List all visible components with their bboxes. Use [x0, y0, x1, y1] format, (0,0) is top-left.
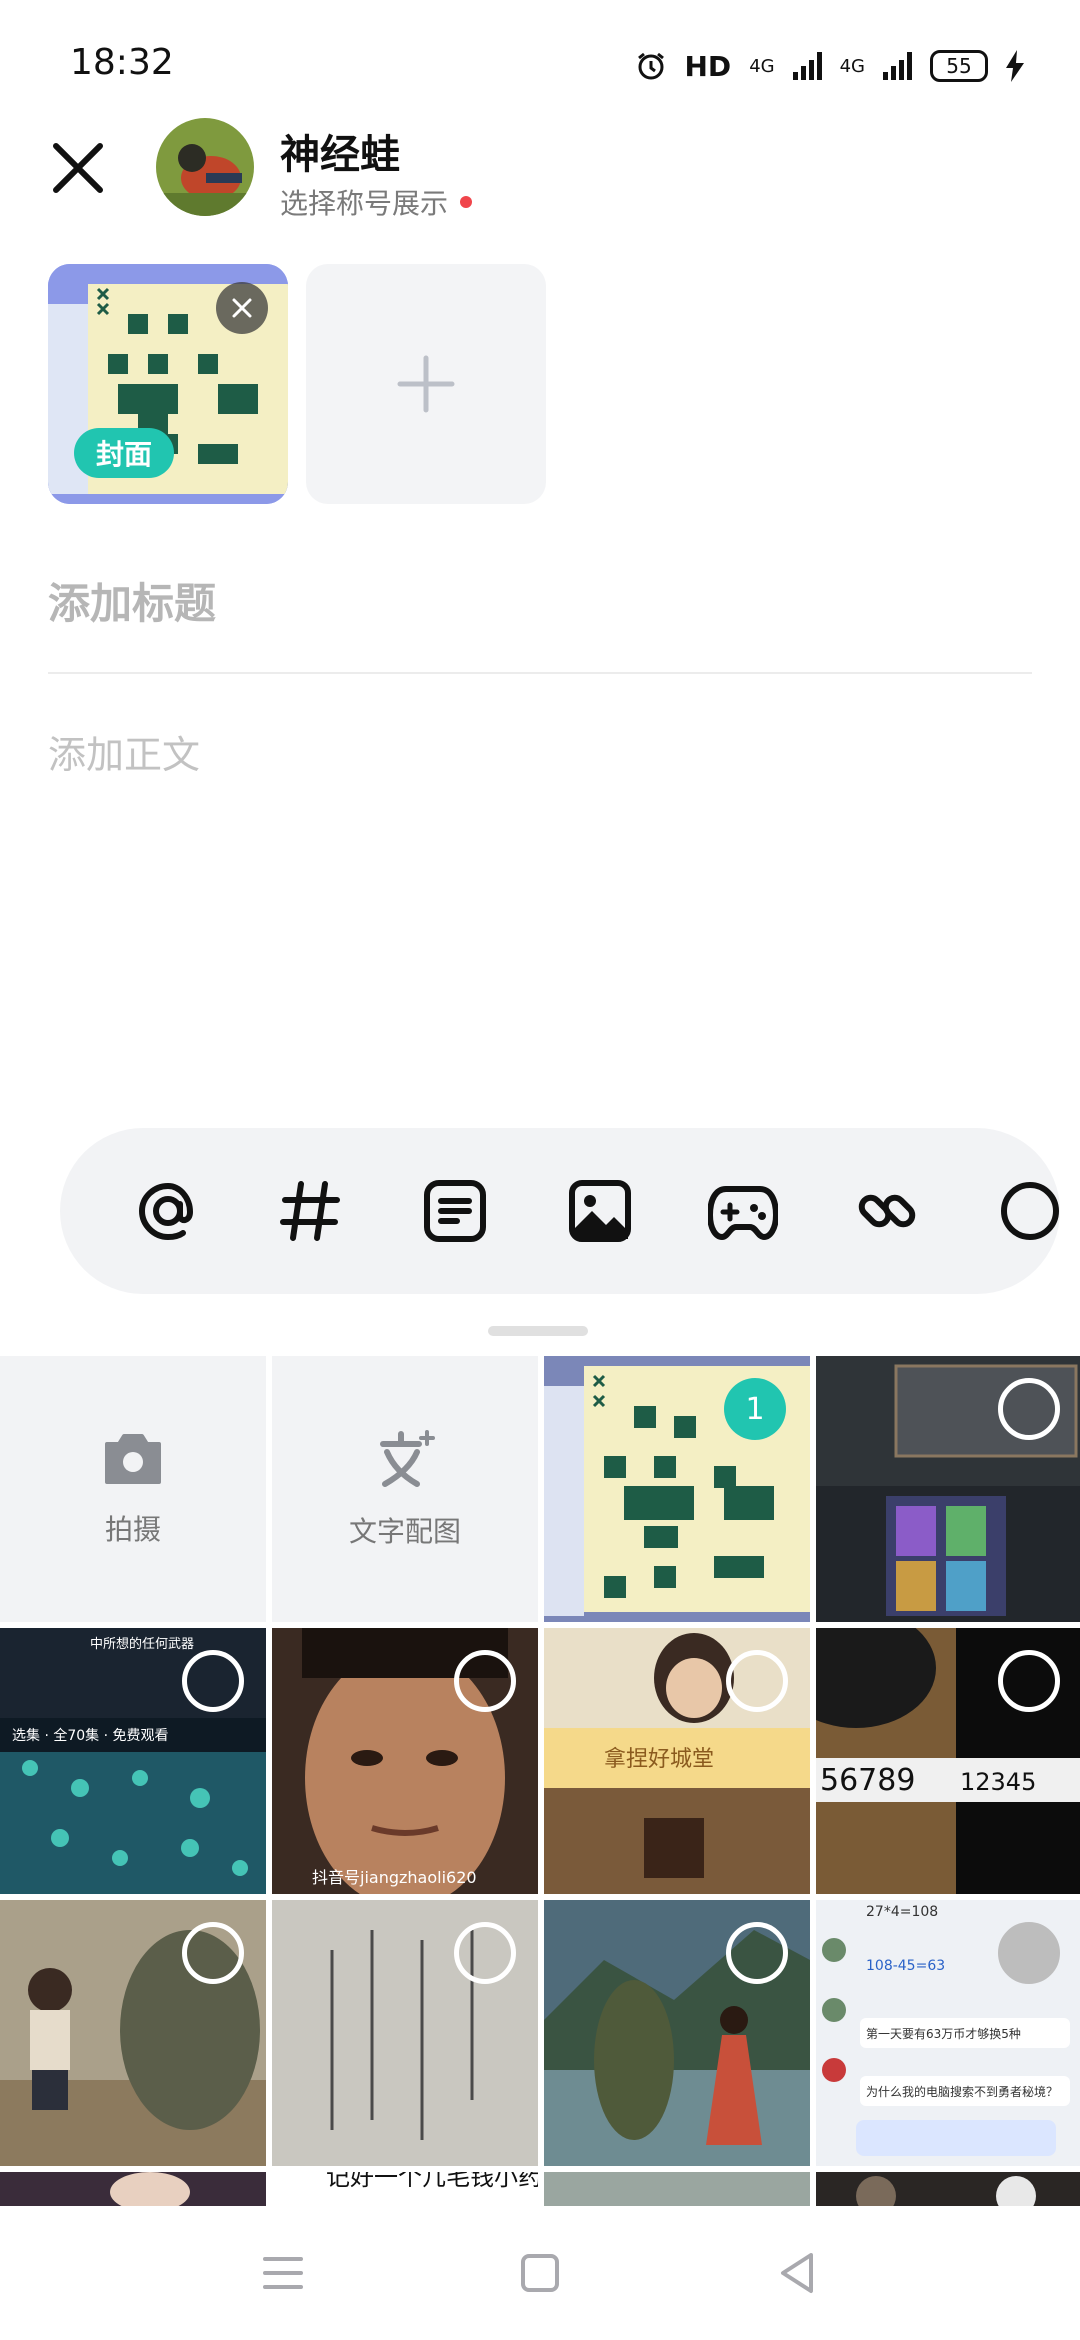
- hashtag-button[interactable]: [270, 1171, 350, 1251]
- plus-icon: [397, 355, 455, 413]
- photo-thumb[interactable]: 拿捏好城堂: [544, 1628, 810, 1894]
- selection-number[interactable]: 1: [724, 1378, 786, 1440]
- drag-handle[interactable]: [488, 1326, 588, 1336]
- video-subtitle-text: 选集 · 全70集 · 免费观看: [12, 1727, 169, 1744]
- text-icon: [424, 1180, 486, 1242]
- close-button[interactable]: [40, 130, 116, 206]
- back-triangle-icon: [781, 2253, 813, 2293]
- system-navbar: [0, 2206, 1080, 2340]
- camera-label: 拍摄: [104, 1513, 161, 1546]
- game-button[interactable]: [703, 1171, 783, 1251]
- back-nav-button[interactable]: [762, 2238, 832, 2308]
- text-image-label: 文字配图: [348, 1515, 461, 1548]
- select-circle[interactable]: [998, 1922, 1060, 1984]
- photo-thumb[interactable]: [544, 2172, 810, 2206]
- select-circle[interactable]: [726, 1922, 788, 1984]
- ruler-text-1: 56789: [820, 1763, 915, 1798]
- alarm-icon: [637, 52, 664, 80]
- select-circle[interactable]: [998, 1378, 1060, 1440]
- remove-image-button[interactable]: [216, 282, 268, 334]
- photo-thumb[interactable]: [272, 1900, 538, 2166]
- title-selector-label: 选择称号展示: [280, 187, 449, 220]
- caption-text: 记好一个几毛钱小药片: [326, 2172, 538, 2191]
- photo-thumb[interactable]: [0, 2172, 266, 2206]
- status-time: 18:32: [70, 42, 174, 83]
- close-icon: [232, 298, 252, 318]
- home-nav-button[interactable]: [505, 2238, 575, 2308]
- more-tool-button[interactable]: [990, 1171, 1060, 1251]
- select-circle[interactable]: [454, 1922, 516, 1984]
- net1-label: 4G: [749, 55, 775, 77]
- close-icon: [53, 143, 103, 193]
- menu-nav-button[interactable]: [248, 2238, 318, 2308]
- text-image-button[interactable]: 文字配图: [272, 1356, 538, 1622]
- cover-badge: 封面: [74, 428, 175, 478]
- title-input[interactable]: 添加标题: [48, 570, 216, 631]
- hd-label: HD: [684, 49, 732, 83]
- photo-thumb[interactable]: 记好一个几毛钱小药片: [272, 2172, 538, 2206]
- chat-text-1: 27*4=108: [866, 1904, 938, 1920]
- photo-thumb[interactable]: 选集 · 全70集 · 免费观看 中所想的任何武器: [0, 1628, 266, 1894]
- add-media-button[interactable]: [306, 264, 546, 504]
- photo-thumb-selected[interactable]: 1: [544, 1356, 810, 1622]
- title-selector[interactable]: 选择称号展示: [280, 182, 473, 222]
- image-icon: [569, 1180, 631, 1242]
- photo-thumb[interactable]: [816, 2172, 1080, 2206]
- photo-thumb[interactable]: [816, 1356, 1080, 1622]
- select-circle[interactable]: [454, 1650, 516, 1712]
- camera-button[interactable]: 拍摄: [0, 1356, 266, 1622]
- gamepad-icon: [708, 1186, 778, 1240]
- photo-thumb[interactable]: 56789 12345: [816, 1628, 1080, 1894]
- divider: [48, 672, 1032, 674]
- text-image-icon: [380, 1430, 435, 1487]
- menu-icon: [263, 2257, 303, 2289]
- more-icon: [1001, 1182, 1059, 1240]
- body-input[interactable]: 添加正文: [48, 724, 200, 779]
- mention-button[interactable]: [128, 1171, 208, 1251]
- select-circle[interactable]: [726, 1650, 788, 1712]
- username: 神经蛙: [280, 132, 400, 178]
- douyin-id-text: 抖音号jiangzhaoli620: [312, 1868, 477, 1887]
- video-top-text: 中所想的任何武器: [90, 1636, 194, 1652]
- battery-icon: 55: [930, 50, 988, 82]
- notification-dot: [460, 196, 473, 208]
- charging-icon: [1006, 50, 1024, 82]
- signal-icon-2: [883, 52, 912, 80]
- hashtag-icon: [280, 1181, 340, 1241]
- photo-thumb[interactable]: 27*4=108 108-45=63 第一天要有63万币才够换5种 为什么我的电…: [816, 1900, 1080, 2166]
- text-format-button[interactable]: [415, 1171, 495, 1251]
- photo-thumb[interactable]: [0, 1900, 266, 2166]
- net2-label: 4G: [839, 55, 865, 77]
- chat-text-2: 108-45=63: [866, 1958, 945, 1974]
- signal-icon: [792, 52, 822, 80]
- link-button[interactable]: [847, 1171, 927, 1251]
- chat-text-3: 第一天要有63万币才够换5种: [866, 2027, 1021, 2041]
- chat-text-4: 为什么我的电脑搜索不到勇者秘境？: [866, 2084, 1058, 2099]
- ruler-text-2: 12345: [960, 1768, 1036, 1796]
- editor-toolbar: [60, 1128, 1060, 1294]
- select-circle[interactable]: [182, 1922, 244, 1984]
- store-title-text: 拿捏好城堂: [604, 1746, 714, 1772]
- select-circle[interactable]: [182, 1650, 244, 1712]
- photo-thumb[interactable]: [544, 1900, 810, 2166]
- status-icons: HD 4G 4G 55: [635, 46, 1024, 86]
- image-button[interactable]: [560, 1171, 640, 1251]
- link-icon: [858, 1194, 916, 1228]
- camera-icon: [105, 1434, 161, 1484]
- select-circle[interactable]: [998, 1650, 1060, 1712]
- avatar[interactable]: [156, 118, 254, 216]
- home-square-icon: [521, 2254, 559, 2292]
- at-icon: [138, 1182, 194, 1241]
- photo-thumb[interactable]: 抖音号jiangzhaoli620: [272, 1628, 538, 1894]
